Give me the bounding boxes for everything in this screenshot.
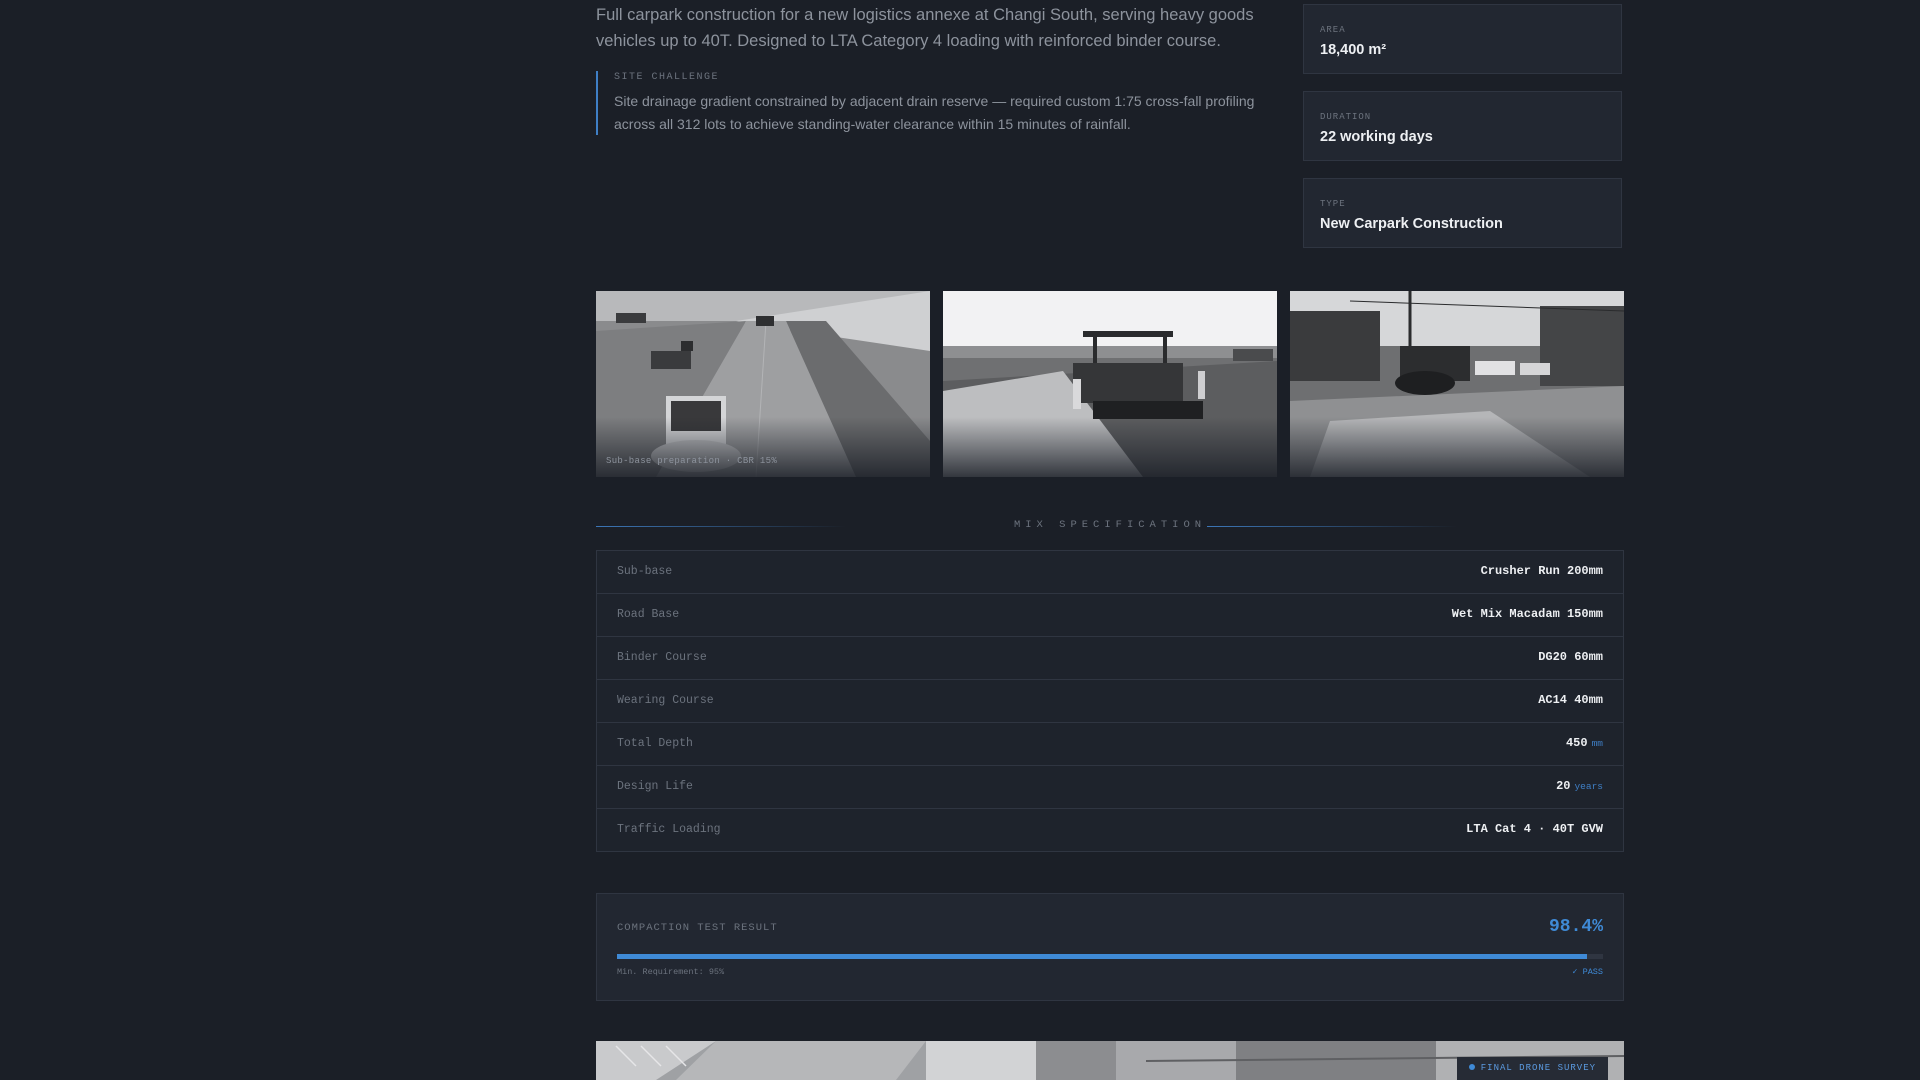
spec-value-text: Crusher Run 200mm — [1480, 564, 1603, 578]
spec-value: Wet Mix Macadam 150mm — [1452, 607, 1603, 621]
photo-asphalt-paving[interactable] — [943, 291, 1277, 477]
photo-gradient-overlay — [943, 417, 1277, 477]
final-drone-survey-badge: FINAL DRONE SURVEY — [1456, 1057, 1608, 1080]
mix-specification-table: Sub-base Crusher Run 200mm Road Base Wet… — [596, 550, 1624, 852]
spec-value-text: 450 — [1565, 736, 1588, 750]
stat-label: AREA — [1320, 25, 1346, 35]
page: Full carpark construction for a new logi… — [0, 0, 1920, 1080]
spec-row: Design Life 20 years — [597, 766, 1623, 809]
status-dot-icon — [1468, 1064, 1475, 1070]
stat-value: 18,400 m² — [1320, 42, 1387, 58]
compaction-test-card: COMPACTION TEST RESULT 98.4% Min. Requir… — [596, 893, 1624, 1001]
compaction-label: COMPACTION TEST RESULT — [617, 922, 778, 934]
photo-gradient-overlay — [1290, 417, 1624, 477]
photo-sub-base-preparation[interactable]: Sub-base preparation · CBR 15% — [596, 291, 930, 477]
spec-row: Road Base Wet Mix Macadam 150mm — [597, 594, 1623, 637]
min-requirement-text: Min. Requirement: 95% — [617, 967, 725, 977]
compaction-progress-fill — [617, 954, 1588, 959]
section-title: MIX SPECIFICATION — [1013, 519, 1207, 531]
heading-divider-right — [1207, 526, 1457, 527]
drone-badge-label: FINAL DRONE SURVEY — [1480, 1063, 1596, 1073]
spec-value-text: DG20 60mm — [1538, 650, 1603, 664]
stat-label: DURATION — [1320, 112, 1372, 122]
site-challenge-text: Site drainage gradient constrained by ad… — [614, 93, 1255, 132]
spec-row: Total Depth 450 mm — [597, 723, 1623, 766]
spec-key: Binder Course — [617, 651, 707, 664]
photo-road-roller[interactable] — [1290, 291, 1624, 477]
spec-value: Crusher Run 200mm — [1481, 564, 1603, 578]
compaction-value: 98.4% — [1548, 917, 1603, 937]
spec-key: Total Depth — [617, 737, 693, 750]
spec-row: Sub-base Crusher Run 200mm — [597, 551, 1623, 594]
spec-value: LTA Cat 4 · 40T GVW — [1466, 822, 1603, 836]
stat-card-duration: DURATION 22 working days — [1303, 91, 1622, 161]
stat-value: New Carpark Construction — [1320, 216, 1503, 232]
photo-gradient-overlay — [596, 417, 930, 477]
mix-specification-heading: MIX SPECIFICATION — [596, 519, 1624, 533]
final-drone-survey-image[interactable]: FINAL DRONE SURVEY — [596, 1041, 1624, 1080]
spec-key: Road Base — [617, 608, 680, 621]
spec-row: Wearing Course AC14 40mm — [597, 680, 1623, 723]
spec-value: AC14 40mm — [1538, 693, 1603, 707]
stat-value: 22 working days — [1320, 129, 1433, 145]
stat-card-area: AREA 18,400 m² — [1303, 4, 1622, 74]
spec-value-text: LTA Cat 4 · 40T GVW — [1466, 822, 1603, 836]
spec-unit: years — [1574, 781, 1603, 792]
spec-key: Design Life — [617, 780, 693, 793]
spec-key: Sub-base — [617, 565, 673, 578]
stat-label: TYPE — [1320, 199, 1346, 209]
spec-value: 20 years — [1556, 779, 1603, 793]
spec-value-text: Wet Mix Macadam 150mm — [1451, 607, 1603, 621]
spec-row: Binder Course DG20 60mm — [597, 637, 1623, 680]
project-description: Full carpark construction for a new logi… — [596, 6, 1254, 50]
site-challenge-label: SITE CHALLENGE — [614, 72, 720, 83]
spec-value-text: AC14 40mm — [1538, 693, 1603, 707]
stat-card-type: TYPE New Carpark Construction — [1303, 178, 1622, 248]
site-challenge-callout: SITE CHALLENGE Site drainage gradient co… — [596, 71, 1294, 135]
spec-row: Traffic Loading LTA Cat 4 · 40T GVW — [597, 809, 1623, 851]
spec-value-text: 20 — [1556, 779, 1571, 793]
spec-key: Traffic Loading — [617, 823, 721, 836]
spec-unit: mm — [1591, 738, 1603, 749]
pass-status-badge: ✓ PASS — [1572, 967, 1603, 977]
photo-caption: Sub-base preparation · CBR 15% — [606, 456, 778, 466]
spec-value: 450 mm — [1566, 736, 1603, 750]
compaction-progress-track — [617, 954, 1603, 959]
spec-value: DG20 60mm — [1538, 650, 1603, 664]
spec-key: Wearing Course — [617, 694, 714, 707]
